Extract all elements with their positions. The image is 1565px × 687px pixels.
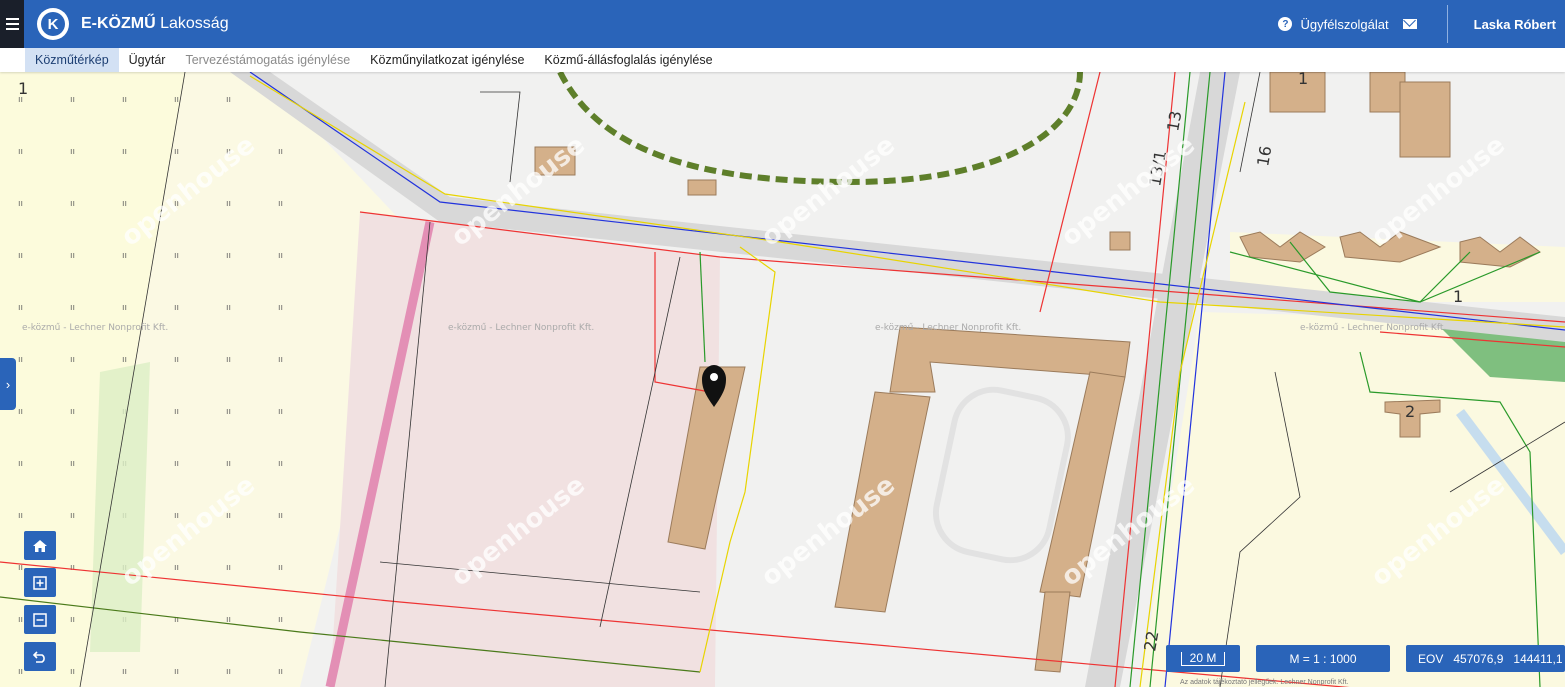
- faint-label-3: e-közmű - Lechner Nonprofit Kft.: [875, 323, 1021, 333]
- chevron-right-icon: ›: [5, 376, 11, 392]
- side-panel-toggle[interactable]: ›: [0, 358, 16, 410]
- parcel-number-1b: 1: [1453, 287, 1463, 306]
- building-7: [687, 179, 717, 196]
- tab-tervezestamogatas[interactable]: Tervezéstámogatás igénylése: [175, 48, 360, 72]
- map-svg: ıı: [0, 72, 1565, 687]
- scale-ratio-label: M = 1 : 1000: [1289, 651, 1357, 666]
- faint-label-1: e-közmű - Lechner Nonprofit Kft.: [22, 323, 168, 333]
- user-menu[interactable]: Laska Róbert: [1474, 17, 1556, 32]
- zoom-out-icon: [33, 612, 47, 627]
- hamburger-icon: [5, 18, 19, 30]
- eov-y: 144411,1: [1513, 651, 1563, 666]
- header-divider: [1446, 5, 1448, 43]
- main-nav: Közműtérkép Ügytár Tervezéstámogatás igé…: [0, 48, 1565, 72]
- parcel-number-1c: 1: [1298, 72, 1308, 88]
- tab-ugytar[interactable]: Ügytár: [119, 48, 176, 72]
- map-canvas[interactable]: ıı: [0, 72, 1565, 687]
- mail-icon[interactable]: [1402, 19, 1417, 29]
- header-right: ? Ügyfélszolgálat Laska Róbert: [1278, 0, 1565, 48]
- parcel-number-16: 16: [1253, 144, 1275, 167]
- scale-ratio-box[interactable]: M = 1 : 1000: [1256, 645, 1390, 672]
- faint-label-2: e-közmű - Lechner Nonprofit Kft.: [448, 323, 594, 333]
- brand-title: E-KÖZMŰ Lakosság: [81, 15, 229, 33]
- brand-light: Lakosság: [160, 15, 229, 32]
- parcel-number-22: 22: [1140, 629, 1162, 652]
- building-8: [1109, 231, 1131, 251]
- undo-icon: [33, 650, 45, 663]
- tab-kozmu-allasfoglalas[interactable]: Közmű-állásfoglalás igénylése: [534, 48, 722, 72]
- zoom-in-icon: [33, 575, 47, 590]
- home-icon: [33, 539, 47, 552]
- tab-kozmuterkep[interactable]: Közműtérkép: [25, 48, 119, 72]
- home-button[interactable]: [24, 531, 56, 560]
- eov-label: EOV: [1418, 651, 1444, 666]
- zoom-in-button[interactable]: [24, 568, 56, 597]
- top-header: K E-KÖZMŰ Lakosság ? Ügyfélszolgálat Las…: [0, 0, 1565, 48]
- eov-x: 457076,9: [1453, 651, 1504, 666]
- building-10: [1399, 81, 1451, 158]
- zoom-out-button[interactable]: [24, 605, 56, 634]
- logo-letter: K: [41, 12, 65, 36]
- parcel-number-13: 13: [1163, 109, 1185, 132]
- parcel-number-2: 2: [1405, 402, 1415, 421]
- help-icon: ?: [1278, 17, 1293, 31]
- parcel-number-1: 1: [18, 79, 28, 98]
- undo-button[interactable]: [24, 642, 56, 671]
- app-window: K E-KÖZMŰ Lakosság ? Ügyfélszolgálat Las…: [0, 0, 1565, 687]
- faint-label-4: e-közmű - Lechner Nonprofit Kft.: [1300, 323, 1446, 333]
- logo: K: [37, 8, 69, 40]
- brand-bold: E-KÖZMŰ: [81, 15, 156, 32]
- scale-bar-label: 20 M: [1180, 651, 1226, 666]
- scale-bar-box: 20 M: [1166, 645, 1240, 672]
- support-link[interactable]: Ügyfélszolgálat: [1300, 17, 1388, 32]
- area-pink-zone: [330, 212, 720, 687]
- hamburger-menu-button[interactable]: [0, 0, 24, 48]
- attribution-text: Az adatok tájékoztató jellegűek. Lechner…: [1180, 679, 1349, 686]
- tab-kozmunyilatkozat[interactable]: Közműnyilatkozat igénylése: [360, 48, 534, 72]
- eov-coordinates-box: EOV 457076,9 144411,1: [1406, 645, 1565, 672]
